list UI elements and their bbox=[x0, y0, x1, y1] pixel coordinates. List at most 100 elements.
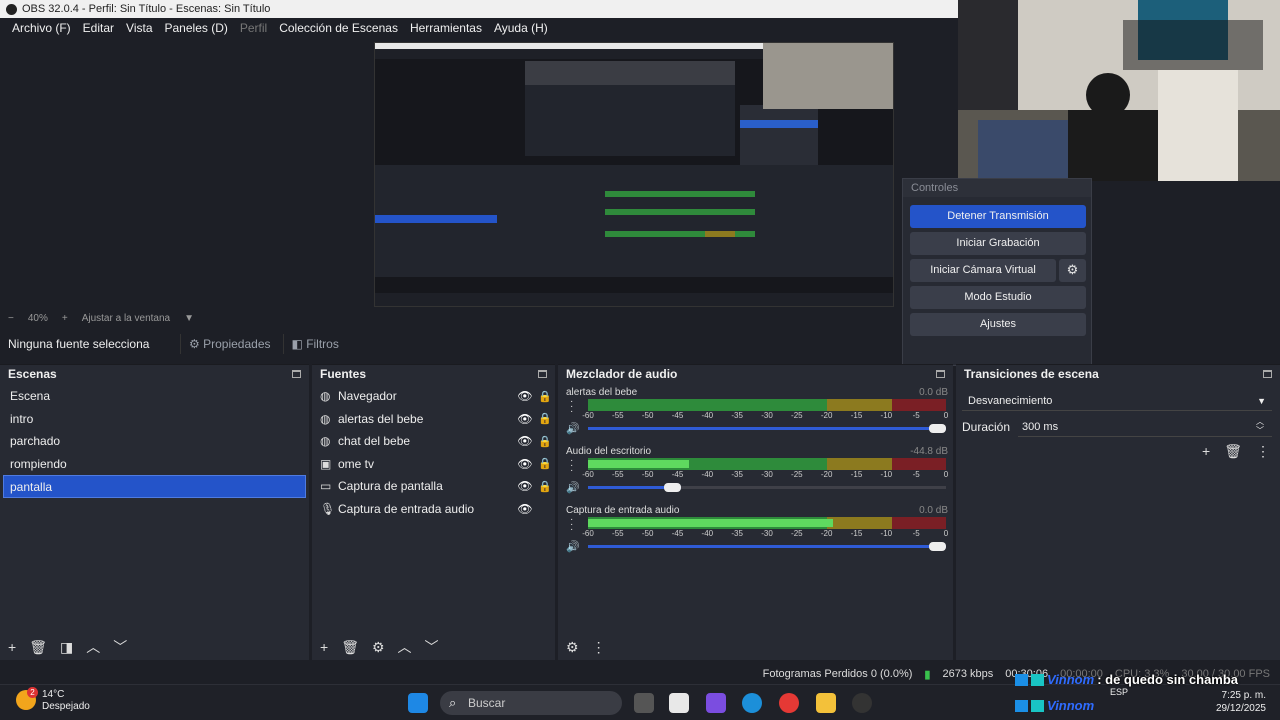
volume-slider-handle[interactable] bbox=[929, 424, 946, 433]
spin-arrows-icon[interactable]: ︿ ﹀ bbox=[1256, 417, 1264, 435]
weather-widget[interactable]: 14°C Despejado bbox=[42, 689, 90, 713]
menu-paneles[interactable]: Paneles (D) bbox=[159, 18, 234, 38]
fit-to-window-button[interactable]: Ajustar a la ventana bbox=[82, 313, 170, 324]
mixer-menu-icon[interactable]: ⋮ bbox=[592, 639, 606, 656]
channel-menu-icon[interactable]: · · · bbox=[570, 456, 573, 476]
channel-menu-icon[interactable]: · · · bbox=[570, 515, 573, 535]
source-item[interactable]: ◍ Navegador 👁 🔒 bbox=[312, 385, 555, 408]
visibility-eye-icon[interactable]: 👁 bbox=[515, 412, 535, 426]
menu-archivo[interactable]: Archivo (F) bbox=[6, 18, 77, 38]
transition-select[interactable]: Desvanecimiento ▼ bbox=[962, 391, 1272, 411]
source-item[interactable]: ▭ Captura de pantalla 👁 🔒 bbox=[312, 475, 555, 498]
window-icon: ▣ bbox=[320, 456, 332, 471]
remove-source-icon[interactable]: 🗑 bbox=[341, 639, 359, 656]
sources-dock-title: Fuentes bbox=[320, 367, 367, 381]
taskbar-search[interactable]: ⌕ Buscar bbox=[440, 691, 622, 715]
meter-level bbox=[588, 519, 833, 527]
menu-vista[interactable]: Vista bbox=[120, 18, 158, 38]
edge-icon[interactable] bbox=[742, 693, 762, 713]
menu-editar[interactable]: Editar bbox=[77, 18, 120, 38]
visibility-eye-icon[interactable]: 👁 bbox=[515, 434, 535, 448]
visibility-eye-icon[interactable]: 👁 bbox=[515, 479, 535, 493]
meter-tick-label: -15 bbox=[850, 529, 863, 538]
volume-slider-handle[interactable] bbox=[929, 542, 946, 551]
meter-tick-label: -55 bbox=[612, 529, 624, 538]
visibility-eye-icon[interactable]: 👁 bbox=[515, 457, 535, 471]
scene-transitions-dock: Transiciones de escena Desvanecimiento ▼… bbox=[956, 364, 1280, 660]
scene-item[interactable]: Escena bbox=[0, 385, 309, 408]
move-down-icon[interactable]: ﹀ bbox=[425, 637, 439, 657]
volume-slider[interactable] bbox=[588, 483, 946, 492]
file-explorer-icon[interactable] bbox=[816, 693, 836, 713]
scene-item[interactable]: intro bbox=[0, 408, 309, 431]
source-item[interactable]: ▣ ome tv 👁 🔒 bbox=[312, 453, 555, 476]
meter-tick-label: -60 bbox=[582, 411, 594, 420]
undock-icon[interactable] bbox=[538, 370, 547, 378]
meter-tick-label: -20 bbox=[820, 411, 833, 420]
filters-button[interactable]: ◧ Filtros bbox=[282, 334, 347, 354]
move-up-icon[interactable]: ︿ bbox=[86, 637, 100, 657]
preview-canvas[interactable] bbox=[374, 42, 894, 307]
undock-icon[interactable] bbox=[936, 370, 945, 378]
menu-herramientas[interactable]: Herramientas bbox=[404, 18, 488, 38]
speaker-icon[interactable]: 🔊 bbox=[566, 422, 580, 435]
remove-transition-icon[interactable]: 🗑 bbox=[1224, 443, 1242, 460]
lock-icon[interactable]: 🔒 bbox=[535, 435, 555, 448]
scene-item-selected[interactable]: pantalla bbox=[3, 475, 306, 498]
menu-ayuda[interactable]: Ayuda (H) bbox=[488, 18, 554, 38]
source-properties-icon[interactable]: ⚙ bbox=[372, 639, 385, 656]
duration-spinbox[interactable]: 300 ms ︿ ﹀ bbox=[1018, 417, 1272, 437]
zoom-dropdown-icon[interactable]: ▼ bbox=[184, 313, 194, 324]
microphone-icon: 🎙 bbox=[320, 501, 336, 516]
add-transition-button[interactable]: + bbox=[1202, 443, 1210, 460]
start-virtual-camera-button[interactable]: Iniciar Cámara Virtual bbox=[910, 259, 1056, 282]
add-source-button[interactable]: + bbox=[320, 639, 328, 655]
stop-stream-button[interactable]: Detener Transmisión bbox=[910, 205, 1086, 228]
source-item[interactable]: ◍ alertas del bebe 👁 🔒 bbox=[312, 408, 555, 431]
zoom-in-button[interactable]: + bbox=[62, 313, 68, 324]
undock-icon[interactable] bbox=[292, 370, 301, 378]
speaker-icon[interactable]: 🔊 bbox=[566, 540, 580, 553]
source-item[interactable]: ◍ chat del bebe 👁 🔒 bbox=[312, 430, 555, 453]
properties-button[interactable]: ⚙ Propiedades bbox=[180, 334, 279, 354]
volume-slider-fill bbox=[588, 427, 946, 430]
lock-icon[interactable]: 🔒 bbox=[535, 390, 555, 403]
volume-slider-handle[interactable] bbox=[664, 483, 682, 492]
store-icon[interactable] bbox=[669, 693, 689, 713]
menu-perfil[interactable]: Perfil bbox=[234, 18, 273, 38]
channel-menu-icon[interactable]: · · · bbox=[570, 397, 573, 417]
lock-icon[interactable]: 🔒 bbox=[535, 480, 555, 493]
settings-button[interactable]: Ajustes bbox=[910, 313, 1086, 336]
lock-icon[interactable]: 🔒 bbox=[535, 457, 555, 470]
add-scene-button[interactable]: + bbox=[8, 639, 16, 655]
mixer-settings-icon[interactable]: ⚙ bbox=[566, 639, 579, 656]
volume-slider[interactable] bbox=[588, 542, 946, 551]
lock-icon[interactable]: 🔒 bbox=[535, 412, 555, 425]
menu-coleccion-escenas[interactable]: Colección de Escenas bbox=[273, 18, 404, 38]
chrome-icon[interactable] bbox=[779, 693, 799, 713]
source-toolbar: Ninguna fuente selecciona ⚙ Propiedades … bbox=[0, 330, 902, 358]
channel-name: alertas del bebe bbox=[566, 387, 638, 398]
visibility-eye-icon[interactable]: 👁 bbox=[515, 389, 535, 403]
start-recording-button[interactable]: Iniciar Grabación bbox=[910, 232, 1086, 255]
speaker-icon[interactable]: 🔊 bbox=[566, 481, 580, 494]
move-down-icon[interactable]: ﹀ bbox=[113, 637, 127, 657]
scene-filters-icon[interactable]: ◨ bbox=[60, 639, 73, 656]
virtual-camera-settings-icon[interactable]: ⚙ bbox=[1059, 259, 1086, 282]
source-item[interactable]: 🎙 Captura de entrada audio 👁 bbox=[312, 498, 555, 521]
copilot-icon[interactable] bbox=[706, 693, 726, 713]
transition-menu-icon[interactable]: ⋮ bbox=[1256, 443, 1270, 460]
remove-scene-icon[interactable]: 🗑 bbox=[29, 639, 47, 656]
visibility-eye-icon[interactable]: 👁 bbox=[515, 502, 535, 516]
filters-label: Filtros bbox=[306, 337, 339, 351]
scene-item[interactable]: rompiendo bbox=[0, 453, 309, 476]
scene-item[interactable]: parchado bbox=[0, 430, 309, 453]
move-up-icon[interactable]: ︿ bbox=[398, 637, 412, 657]
volume-slider[interactable] bbox=[588, 424, 946, 433]
undock-icon[interactable] bbox=[1263, 370, 1272, 378]
obs-taskbar-icon[interactable] bbox=[852, 693, 872, 713]
windows-start-icon[interactable] bbox=[408, 693, 428, 713]
zoom-out-button[interactable]: − bbox=[8, 313, 14, 324]
studio-mode-button[interactable]: Modo Estudio bbox=[910, 286, 1086, 309]
task-view-icon[interactable] bbox=[634, 693, 654, 713]
